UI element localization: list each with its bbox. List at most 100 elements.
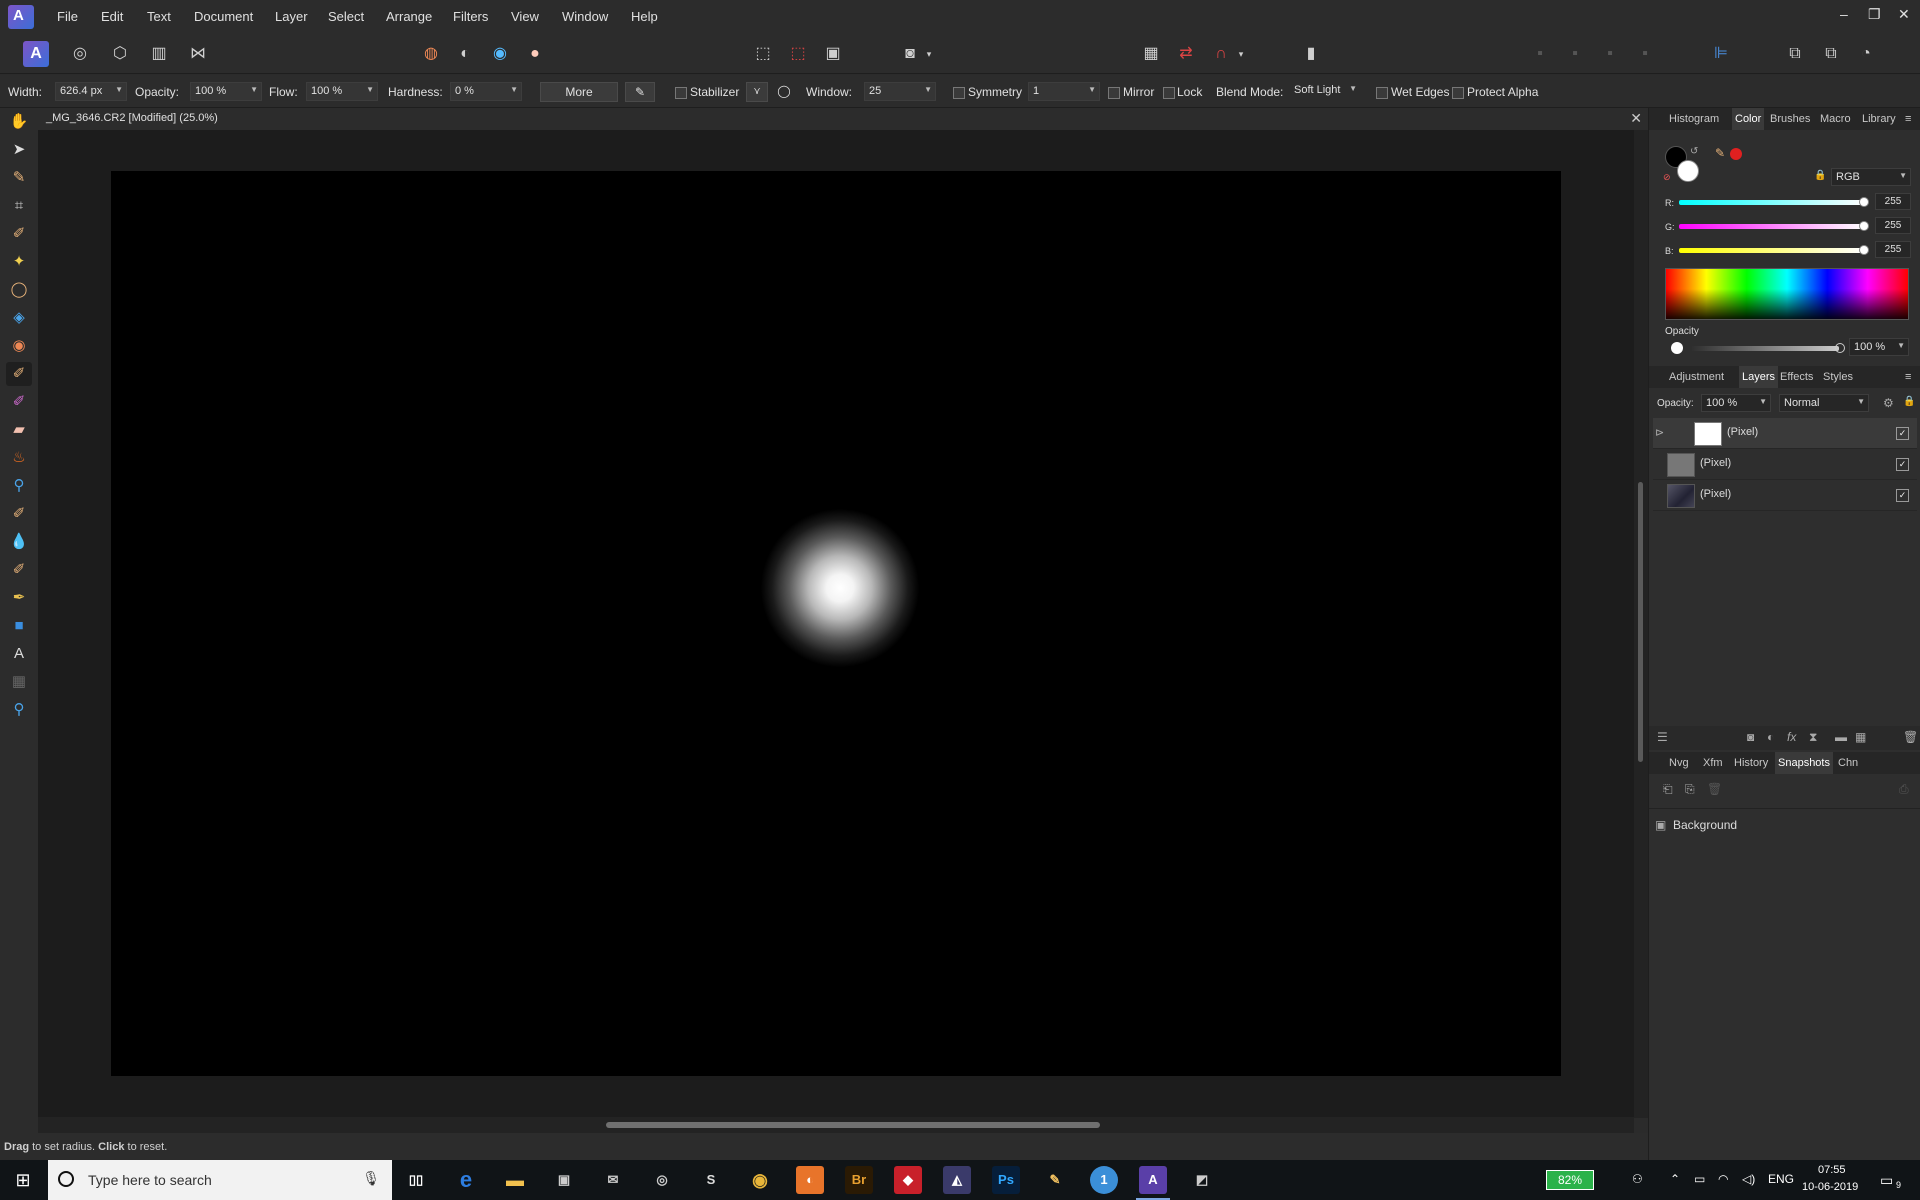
develop-persona-icon[interactable]: ⬡ [107,41,133,67]
menu-help[interactable]: Help [631,9,658,24]
auto-contrast-icon[interactable]: ◐ [452,41,478,67]
horizontal-scroll-thumb[interactable] [606,1122,1100,1128]
restore-button[interactable]: ❐ [1868,6,1881,23]
tab-transform[interactable]: Xfm [1703,757,1723,769]
rope-mode-icon[interactable]: ⋎ [746,82,768,102]
wifi-icon[interactable]: ◠ [1718,1172,1728,1186]
close-document-icon[interactable]: ✕ [1630,110,1642,127]
layer-visibility-checkbox[interactable]: ✓ [1896,489,1909,502]
pen-tool-icon[interactable]: ✒ [6,586,32,610]
g-value-field[interactable]: 255 [1875,217,1911,234]
protect-alpha-checkbox[interactable] [1452,87,1464,99]
color-replacement-tool-icon[interactable]: ✐ [6,390,32,414]
show-hidden-icons-icon[interactable]: ⌃ [1670,1172,1680,1186]
menu-arrange[interactable]: Arrange [386,9,432,24]
boolean-add-icon[interactable]: ⧉ [1782,41,1808,67]
g-slider-handle[interactable] [1859,221,1869,231]
menu-select[interactable]: Select [328,9,364,24]
tab-navigator[interactable]: Nvg [1669,757,1689,769]
vertical-scrollbar[interactable] [1634,130,1648,1118]
password-app-icon[interactable]: 1 [1090,1166,1118,1194]
layer-row[interactable]: (Pixel) ✓ [1653,449,1917,480]
color-spectrum[interactable] [1665,268,1909,320]
b-value-field[interactable]: 255 [1875,241,1911,258]
menu-filters[interactable]: Filters [453,9,488,24]
deselect-icon[interactable]: ⬚ [785,41,811,67]
paint-brush-tool-icon[interactable]: ✐ [6,362,32,386]
symmetry-field[interactable]: 1 ▼ [1028,82,1100,101]
symmetry-checkbox[interactable] [953,87,965,99]
selection-brush-tool-icon[interactable]: ✐ [6,222,32,246]
wet-edges-checkbox[interactable] [1376,87,1388,99]
photo-persona-icon[interactable]: A [23,41,49,67]
notifications-icon[interactable]: ▭ [1880,1172,1893,1189]
minimize-button[interactable]: – [1840,6,1848,22]
tab-library[interactable]: Library [1862,113,1896,125]
snapping-dropdown-icon[interactable]: ▾ [1234,41,1248,67]
marquee-tool-icon[interactable]: ◯ [6,278,32,302]
layer-visibility-checkbox[interactable]: ✓ [1896,458,1909,471]
language-indicator[interactable]: ENG [1768,1172,1794,1186]
r-slider-handle[interactable] [1859,197,1869,207]
auto-white-balance-icon[interactable]: ● [522,41,548,67]
smudge-tool-icon[interactable]: ✐ [6,558,32,582]
battery-tray-icon[interactable]: ▭ [1694,1172,1705,1186]
layer-blend-select[interactable]: Normal ▼ [1779,394,1869,412]
tab-effects[interactable]: Effects [1780,371,1813,383]
tab-history[interactable]: History [1734,757,1768,769]
liquify-persona-icon[interactable]: ◎ [67,41,93,67]
mail-icon[interactable]: ✉ [599,1166,627,1194]
menu-text[interactable]: Text [147,9,171,24]
boolean-subtract-icon[interactable]: ⧉ [1818,41,1844,67]
auto-levels-icon[interactable]: ◍ [418,41,444,67]
gallery-app-icon[interactable]: ◩ [1188,1166,1216,1194]
b-slider[interactable] [1679,248,1863,253]
zoom-tool-icon[interactable]: ⚲ [6,698,32,722]
close-button[interactable]: ✕ [1898,6,1910,23]
photos-app-icon[interactable]: ◎ [648,1166,676,1194]
adjustment-layer-icon[interactable]: ◐ [1767,730,1774,744]
affinity-photo-taskbar-icon[interactable]: A [1139,1166,1167,1194]
layer-visibility-checkbox[interactable]: ✓ [1896,427,1909,440]
new-document-from-snapshot-icon[interactable]: ⎙ [1899,782,1909,797]
chrome-icon[interactable]: ◉ [746,1166,774,1194]
delete-snapshot-icon[interactable]: 🗑 [1707,782,1722,796]
layers-stack-icon[interactable]: ☰ [1657,730,1668,744]
eyedropper-icon[interactable]: ✎ [1715,146,1725,160]
microphone-icon[interactable]: 🎙 [362,1170,380,1187]
marquee-selection-icon[interactable]: ⬚ [750,41,776,67]
blur-tool-icon[interactable]: 💧 [6,530,32,554]
menu-view[interactable]: View [511,9,539,24]
flood-fill-tool-icon[interactable]: ◈ [6,306,32,330]
edge-icon[interactable]: e [452,1166,480,1194]
arrange-back-icon[interactable]: ▪ [1527,41,1553,67]
force-pressure-icon[interactable]: ✎ [625,82,655,102]
menu-document[interactable]: Document [194,9,253,24]
color-picker-tool-icon[interactable]: ✎ [6,166,32,190]
b-slider-handle[interactable] [1859,245,1869,255]
snapshot-restore-icon[interactable]: ⎗ [1663,782,1673,797]
move-tool-icon[interactable]: ➤ [6,138,32,162]
tab-styles[interactable]: Styles [1823,371,1853,383]
auto-colors-icon[interactable]: ◉ [487,41,513,67]
tab-layers[interactable]: Layers [1739,366,1779,388]
opacity-field[interactable]: 100 % ▼ [190,82,262,101]
tab-channels[interactable]: Chn [1838,757,1858,769]
more-button[interactable]: More [540,82,618,102]
snapping-icon[interactable]: ⇄ [1173,41,1199,67]
menu-file[interactable]: File [57,9,78,24]
store-icon[interactable]: ▣ [550,1166,578,1194]
width-field[interactable]: 626.4 px ▼ [55,82,127,101]
layer-opacity-field[interactable]: 100 % ▼ [1701,394,1771,412]
g-slider[interactable] [1679,224,1863,229]
crop-tool-icon[interactable]: ⌗ [6,194,32,218]
tab-color[interactable]: Color [1732,108,1765,130]
image-app-icon[interactable]: ◭ [943,1166,971,1194]
r-slider[interactable] [1679,200,1863,205]
tab-adjustment[interactable]: Adjustment [1669,371,1724,383]
export-persona-icon[interactable]: ⋈ [185,41,211,67]
color-mode-select[interactable]: RGB ▼ [1831,168,1911,186]
mesh-warp-tool-icon[interactable]: ▦ [6,670,32,694]
tone-mapping-persona-icon[interactable]: ▥ [146,41,172,67]
dodge-tool-icon[interactable]: ♨ [6,446,32,470]
